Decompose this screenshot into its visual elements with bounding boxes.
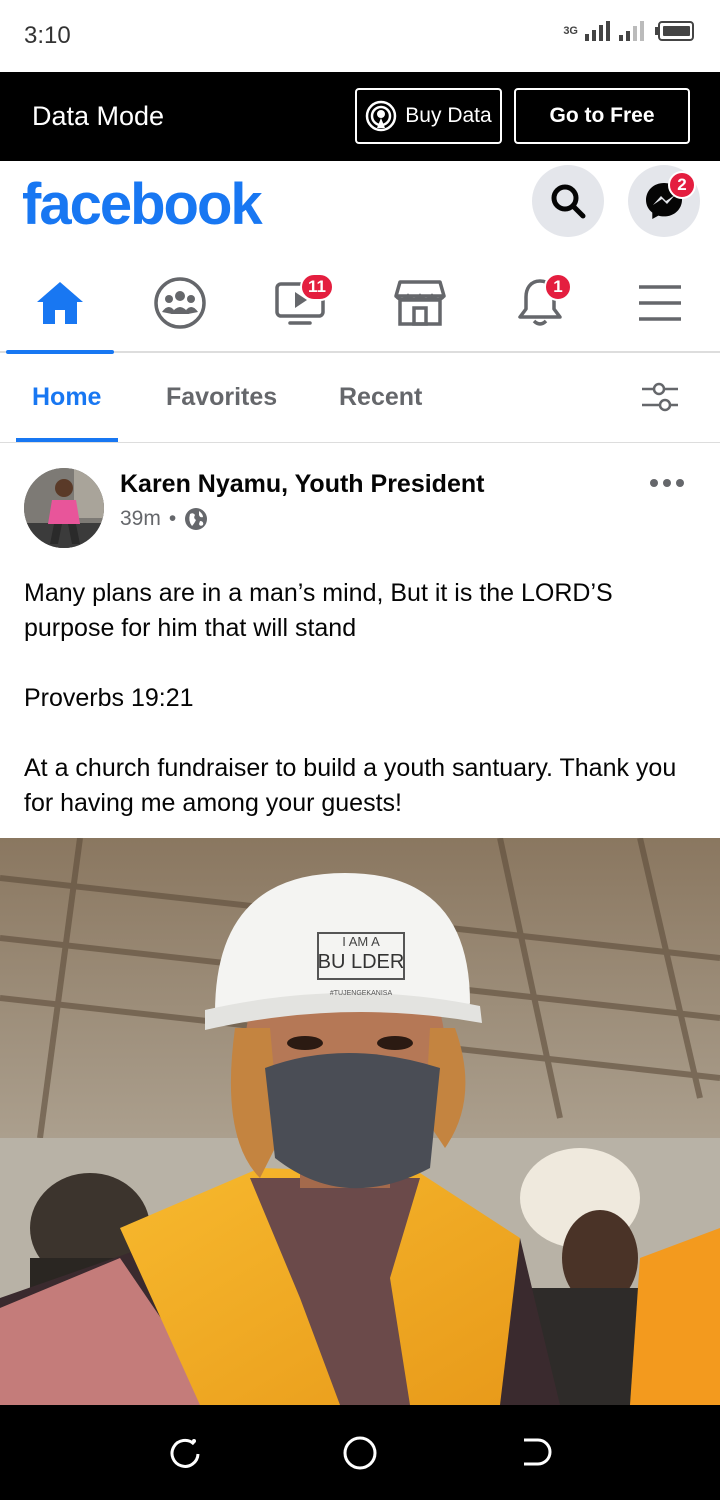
app-header: facebook 2 — [0, 161, 720, 253]
messenger-button[interactable]: 2 — [628, 165, 700, 237]
post-paragraph — [24, 716, 704, 751]
home-icon — [37, 282, 83, 324]
dot-icon — [676, 479, 684, 487]
network-type-icon: 3G — [563, 24, 578, 37]
filter-sliders-icon — [642, 382, 678, 412]
signal-2-icon — [619, 21, 644, 41]
dot-icon — [650, 479, 658, 487]
notifications-badge: 1 — [544, 273, 572, 301]
status-icons: 3G — [563, 20, 696, 42]
feed-post: Karen Nyamu, Youth President 39m • Many … — [0, 443, 720, 1405]
home-system-button[interactable] — [342, 1435, 378, 1476]
buy-data-button[interactable]: Buy Data — [355, 88, 502, 144]
buy-data-label: Buy Data — [405, 104, 492, 127]
nav-home[interactable] — [0, 253, 120, 354]
tab-home[interactable]: Home — [32, 383, 101, 412]
post-more-options-button[interactable] — [650, 479, 684, 487]
post-paragraph: Proverbs 19:21 — [24, 684, 194, 712]
tab-recent[interactable]: Recent — [339, 383, 422, 412]
feed-filter-button[interactable] — [640, 381, 680, 418]
nav-active-indicator — [6, 350, 114, 354]
status-bar: 3:10 3G — [0, 0, 720, 72]
main-nav: 11 1 — [0, 253, 720, 354]
nav-notifications[interactable]: 1 — [480, 253, 600, 353]
search-button[interactable] — [532, 165, 604, 237]
hamburger-menu-icon — [639, 285, 681, 321]
globe-public-icon — [185, 508, 208, 530]
broadcast-icon — [366, 100, 397, 132]
post-author[interactable]: Karen Nyamu, Youth President — [120, 470, 484, 499]
nav-groups[interactable] — [120, 253, 240, 353]
battery-icon — [655, 21, 694, 41]
back-icon — [524, 1438, 552, 1466]
marketplace-icon — [394, 280, 446, 326]
watch-badge: 11 — [300, 273, 334, 301]
dot-icon — [663, 479, 671, 487]
home-circle-icon — [343, 1436, 377, 1470]
post-photo[interactable]: I AM A BU LDER #TUJENGEKANISA — [0, 838, 720, 1405]
post-meta: 39m • — [120, 507, 208, 531]
post-paragraph — [24, 646, 704, 681]
nav-marketplace[interactable] — [360, 253, 480, 353]
system-navigation-bar — [0, 1405, 720, 1500]
feed-tabs: Home Favorites Recent — [0, 355, 720, 443]
nav-menu[interactable] — [600, 253, 720, 353]
meta-separator: • — [168, 507, 177, 530]
back-button[interactable] — [518, 1435, 552, 1474]
status-time: 3:10 — [24, 22, 71, 49]
author-avatar[interactable] — [24, 468, 104, 548]
post-paragraph: Many plans are in a man’s mind, But it i… — [24, 579, 613, 642]
recent-apps-button[interactable] — [168, 1435, 202, 1474]
post-time[interactable]: 39m — [120, 507, 161, 531]
go-to-free-label: Go to Free — [549, 104, 655, 127]
post-paragraph: At a church fundraiser to build a youth … — [24, 754, 677, 817]
helmet-text-line2: BU LDER — [318, 951, 405, 973]
tab-active-indicator — [16, 438, 118, 442]
data-mode-bar: Data Mode Buy Data Go to Free — [0, 72, 720, 161]
helmet-text-line3: #TUJENGEKANISA — [330, 990, 393, 997]
search-icon — [551, 184, 586, 219]
tab-favorites[interactable]: Favorites — [166, 383, 277, 412]
messenger-badge: 2 — [668, 171, 696, 199]
facebook-logo: facebook — [22, 172, 263, 237]
recent-apps-icon — [170, 1438, 200, 1468]
avatar-image — [24, 468, 104, 548]
post-text: Many plans are in a man’s mind, But it i… — [24, 576, 704, 821]
go-to-free-button[interactable]: Go to Free — [514, 88, 690, 144]
post-photo-image: I AM A BU LDER #TUJENGEKANISA — [0, 838, 720, 1405]
signal-icon — [585, 21, 610, 41]
data-mode-label: Data Mode — [32, 101, 165, 131]
nav-watch[interactable]: 11 — [240, 253, 360, 353]
helmet-text-line1: I AM A — [342, 934, 380, 949]
groups-icon — [154, 277, 206, 329]
